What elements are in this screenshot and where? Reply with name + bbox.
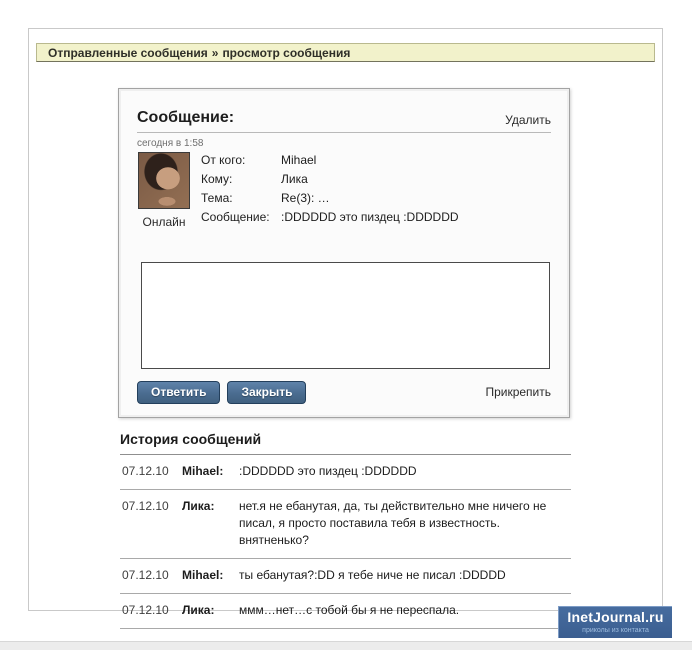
inetjournal-logo[interactable]: InetJournal.ru приколы из контакта: [558, 606, 672, 638]
field-value-to[interactable]: Лика: [281, 172, 308, 186]
field-value-message: :DDDDDD это пиздец :DDDDDD: [281, 210, 459, 224]
field-row-to: Кому: Лика: [201, 169, 459, 188]
history-row: 07.12.10 Mihael: ты ебанутая?:DD я тебе …: [120, 559, 571, 594]
breadcrumb: Отправленные сообщения » просмотр сообще…: [36, 43, 655, 62]
message-card: Сообщение: Удалить сегодня в 1:58 Онлайн…: [118, 88, 570, 418]
history-title: История сообщений: [120, 431, 571, 455]
history-sender[interactable]: Mihael:: [182, 463, 239, 480]
message-card-header: Сообщение: Удалить: [137, 105, 551, 133]
attach-link[interactable]: Прикрепить: [485, 385, 551, 399]
field-label-to: Кому:: [201, 172, 281, 186]
history-row: 07.12.10 Лика: нет.я не ебанутая, да, ты…: [120, 490, 571, 559]
history-sender[interactable]: Лика:: [182, 602, 239, 619]
field-row-from: От кого: Mihael: [201, 150, 459, 169]
history-date: 07.12.10: [122, 602, 182, 619]
field-row-subject: Тема: Re(3): …: [201, 188, 459, 207]
logo-subtext: приколы из контакта: [559, 627, 672, 634]
history-date: 07.12.10: [122, 463, 182, 480]
field-label-from: От кого:: [201, 153, 281, 167]
field-value-from[interactable]: Mihael: [281, 153, 316, 167]
history-text: ты ебанутая?:DD я тебе ниче не писал :DD…: [239, 567, 571, 584]
message-timestamp: сегодня в 1:58: [137, 138, 203, 149]
history-list: 07.12.10 Mihael: :DDDDDD это пиздец :DDD…: [120, 455, 571, 629]
field-label-subject: Тема:: [201, 191, 281, 205]
online-status: Онлайн: [135, 215, 193, 229]
history-date: 07.12.10: [122, 498, 182, 549]
message-fields: От кого: Mihael Кому: Лика Тема: Re(3): …: [201, 150, 459, 226]
history-text: нет.я не ебанутая, да, ты действительно …: [239, 498, 571, 549]
history-row: 07.12.10 Mihael: :DDDDDD это пиздец :DDD…: [120, 455, 571, 490]
history-text: ммм…нет…с тобой бы я не переспала.: [239, 602, 571, 619]
field-row-message: Сообщение: :DDDDDD это пиздец :DDDDDD: [201, 207, 459, 226]
button-row: Ответить Закрыть Прикрепить: [137, 380, 551, 404]
reply-button[interactable]: Ответить: [137, 381, 220, 404]
avatar[interactable]: [138, 152, 190, 209]
breadcrumb-current: просмотр сообщения: [222, 46, 350, 60]
logo-text: InetJournal.ru: [559, 607, 672, 627]
field-label-message: Сообщение:: [201, 210, 281, 224]
screenshot-stage: Отправленные сообщения » просмотр сообще…: [0, 0, 692, 650]
history-date: 07.12.10: [122, 567, 182, 584]
breadcrumb-separator: »: [212, 46, 219, 60]
reply-textarea[interactable]: [141, 262, 550, 369]
delete-link[interactable]: Удалить: [505, 113, 551, 127]
close-button[interactable]: Закрыть: [227, 381, 306, 404]
history-sender[interactable]: Лика:: [182, 498, 239, 549]
window-bottom-edge: [0, 641, 692, 650]
breadcrumb-link-sent-messages[interactable]: Отправленные сообщения: [48, 46, 208, 60]
history-text: :DDDDDD это пиздец :DDDDDD: [239, 463, 571, 480]
history-row: 07.12.10 Лика: ммм…нет…с тобой бы я не п…: [120, 594, 571, 629]
field-value-subject: Re(3): …: [281, 191, 330, 205]
history-sender[interactable]: Mihael:: [182, 567, 239, 584]
message-title: Сообщение:: [137, 109, 234, 127]
